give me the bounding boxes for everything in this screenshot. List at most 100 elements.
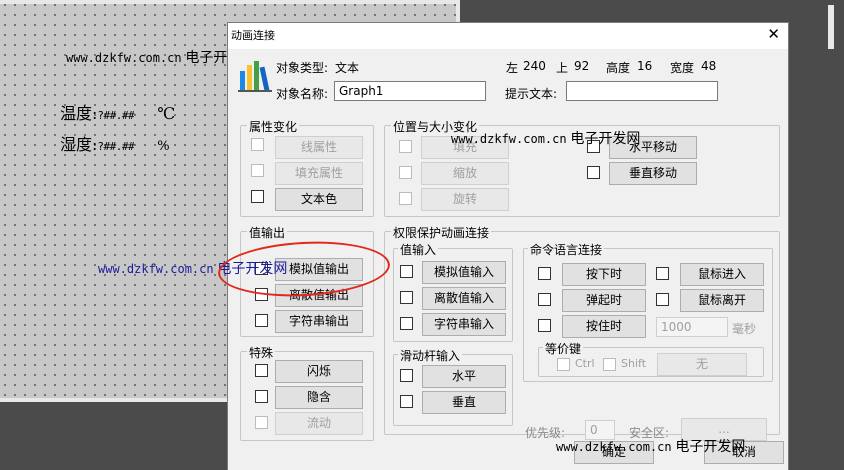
object-type-label: 对象类型: xyxy=(276,61,329,75)
text-color-checkbox[interactable] xyxy=(251,190,264,203)
watermark-url: www.dzkfw.com.cn xyxy=(556,440,672,454)
interval-field[interactable]: 1000 xyxy=(656,317,728,337)
blink-checkbox[interactable] xyxy=(255,364,268,377)
on-release-button[interactable]: 弹起时 xyxy=(562,289,646,312)
left-value: 240 xyxy=(523,59,546,73)
vertical-move-button[interactable]: 垂直移动 xyxy=(609,162,697,185)
mouse-leave-checkbox[interactable] xyxy=(656,293,669,306)
permission-protection-title: 权限保护动画连接 xyxy=(391,224,492,241)
humidity-value[interactable]: ?##.## xyxy=(97,140,134,153)
width-value: 48 xyxy=(701,59,717,73)
watermark-url: www.dzkfw.com.cn xyxy=(451,132,567,146)
object-name-field[interactable]: Graph1 xyxy=(334,81,486,101)
horizontal-slider-checkbox[interactable] xyxy=(400,369,413,382)
scale-checkbox[interactable] xyxy=(399,166,412,179)
on-release-checkbox[interactable] xyxy=(538,293,551,306)
temperature-value[interactable]: ?##.## xyxy=(97,109,134,122)
mouse-enter-checkbox[interactable] xyxy=(656,267,669,280)
top-value: 92 xyxy=(574,59,590,73)
equivalent-key-group: 等价键 Ctrl Shift 无 xyxy=(538,340,764,377)
string-output-checkbox[interactable] xyxy=(255,314,268,327)
discrete-input-button[interactable]: 离散值输入 xyxy=(422,287,506,310)
string-input-button[interactable]: 字符串输入 xyxy=(422,313,506,336)
command-language-title: 命令语言连接 xyxy=(528,241,605,258)
vertical-slider-button[interactable]: 垂直 xyxy=(422,391,506,414)
fill-attr-checkbox[interactable] xyxy=(251,164,264,177)
ctrl-checkbox[interactable] xyxy=(557,358,570,371)
watermark-name: 电子开发网 xyxy=(675,439,746,455)
temperature-label: 温度: xyxy=(60,104,98,123)
shift-checkbox[interactable] xyxy=(603,358,616,371)
watermark-overlay-3: www.dzkfw.com.cn 电子开发网 xyxy=(556,436,745,456)
analog-input-checkbox[interactable] xyxy=(400,265,413,278)
watermark-name: 电子开发网 xyxy=(570,131,641,147)
on-press-button[interactable]: 按下时 xyxy=(562,263,646,286)
watermark-url: www.dzkfw.com.cn xyxy=(66,51,182,65)
mouse-enter-button[interactable]: 鼠标进入 xyxy=(680,263,764,286)
books-icon xyxy=(238,61,272,92)
temperature-line: 温度:?##.## ℃ xyxy=(60,100,175,124)
flow-button[interactable]: 流动 xyxy=(275,412,363,435)
humidity-label: 湿度: xyxy=(60,135,98,154)
value-input-group: 值输入 模拟值输入 离散值输入 字符串输入 xyxy=(393,241,513,342)
slider-input-title: 滑动杆输入 xyxy=(398,347,463,364)
special-group: 特殊 闪烁 隐含 流动 xyxy=(240,344,374,441)
line-attr-button[interactable]: 线属性 xyxy=(275,136,363,159)
analog-input-button[interactable]: 模拟值输入 xyxy=(422,261,506,284)
hide-button[interactable]: 隐含 xyxy=(275,386,363,409)
rotate-checkbox[interactable] xyxy=(399,192,412,205)
canvas-top-edge xyxy=(0,0,456,4)
text-color-button[interactable]: 文本色 xyxy=(275,188,363,211)
temperature-unit: ℃ xyxy=(157,104,176,123)
string-input-checkbox[interactable] xyxy=(400,317,413,330)
object-type-value: 文本 xyxy=(335,61,360,75)
title-bar[interactable]: 动画连接 ✕ xyxy=(228,23,788,49)
top-label: 上 xyxy=(556,61,569,75)
horizontal-slider-button[interactable]: 水平 xyxy=(422,365,506,388)
fill-attr-button[interactable]: 填充属性 xyxy=(275,162,363,185)
fill-checkbox[interactable] xyxy=(399,140,412,153)
height-label: 高度 xyxy=(606,61,631,75)
slider-input-group: 滑动杆输入 水平 垂直 xyxy=(393,347,513,426)
shift-label: Shift xyxy=(621,357,647,370)
permission-protection-group: 权限保护动画连接 值输入 模拟值输入 离散值输入 字符串输入 滑动杆输入 水平 … xyxy=(384,224,780,441)
special-title: 特殊 xyxy=(247,344,276,361)
mouse-leave-button[interactable]: 鼠标离开 xyxy=(680,289,764,312)
while-held-checkbox[interactable] xyxy=(538,319,551,332)
hint-text-label: 提示文本: xyxy=(505,87,558,101)
equivalent-key-button[interactable]: 无 xyxy=(657,353,747,376)
hide-checkbox[interactable] xyxy=(255,390,268,403)
hint-text-field[interactable] xyxy=(566,81,718,101)
command-language-group: 命令语言连接 按下时 弹起时 按住时 鼠标进入 鼠标离开 1000 毫秒 等价键… xyxy=(523,241,773,382)
object-name-label: 对象名称: xyxy=(276,87,329,101)
attribute-change-title: 属性变化 xyxy=(247,118,300,135)
scale-button[interactable]: 缩放 xyxy=(421,162,509,185)
vertical-slider-checkbox[interactable] xyxy=(400,395,413,408)
close-icon[interactable]: ✕ xyxy=(767,25,780,43)
flow-checkbox[interactable] xyxy=(255,416,268,429)
dialog-title: 动画连接 xyxy=(231,29,275,42)
rotate-button[interactable]: 旋转 xyxy=(421,188,509,211)
watermark-url: www.dzkfw.com.cn xyxy=(98,262,214,276)
humidity-unit: % xyxy=(157,139,170,154)
humidity-line: 湿度:?##.## % xyxy=(60,131,170,155)
watermark-overlay-1: www.dzkfw.com.cn 电子开发网 xyxy=(451,128,640,148)
left-label: 左 xyxy=(506,61,519,75)
value-output-title: 值输出 xyxy=(247,224,288,241)
height-value: 16 xyxy=(637,59,653,73)
scrollbar-fragment xyxy=(828,5,834,49)
string-output-button[interactable]: 字符串输出 xyxy=(275,310,363,333)
right-background xyxy=(788,0,844,470)
interval-unit: 毫秒 xyxy=(732,322,757,336)
on-press-checkbox[interactable] xyxy=(538,267,551,280)
discrete-input-checkbox[interactable] xyxy=(400,291,413,304)
line-attr-checkbox[interactable] xyxy=(251,138,264,151)
value-input-title: 值输入 xyxy=(398,241,439,258)
blink-button[interactable]: 闪烁 xyxy=(275,360,363,383)
vertical-move-checkbox[interactable] xyxy=(587,166,600,179)
width-label: 宽度 xyxy=(670,61,695,75)
while-held-button[interactable]: 按住时 xyxy=(562,315,646,338)
attribute-change-group: 属性变化 线属性 填充属性 文本色 xyxy=(240,118,374,217)
ctrl-label: Ctrl xyxy=(575,357,595,370)
equivalent-key-title: 等价键 xyxy=(543,340,584,357)
